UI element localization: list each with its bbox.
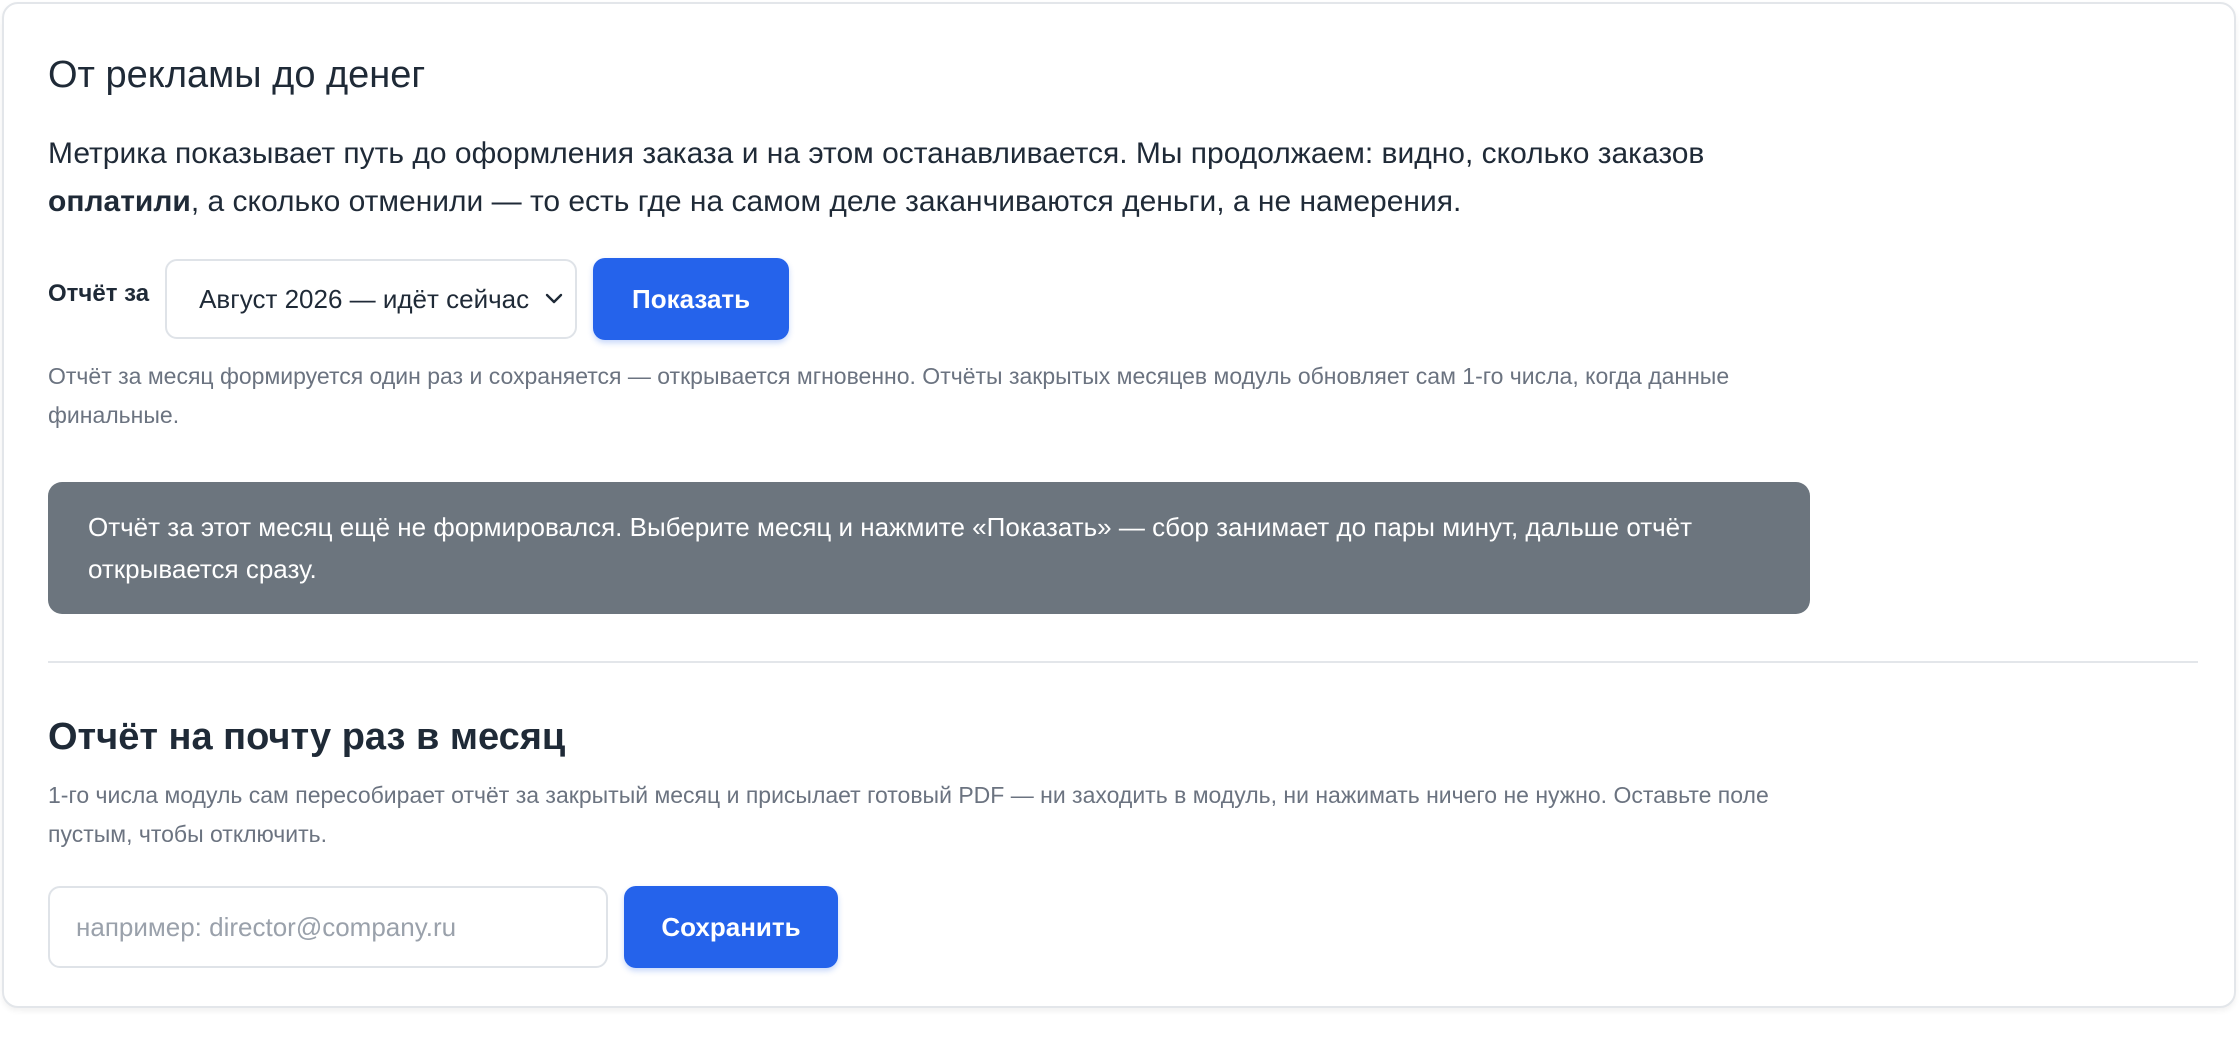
email-section-title: Отчёт на почту раз в месяц xyxy=(48,716,566,758)
chevron-down-icon xyxy=(545,293,563,304)
save-button[interactable]: Сохранить xyxy=(624,886,838,968)
email-input[interactable] xyxy=(48,886,608,968)
intro-text-part2: , а сколько отменили — то есть где на са… xyxy=(190,185,1462,218)
report-status-notice: Отчёт за этот месяц ещё не формировался.… xyxy=(48,482,1810,614)
intro-text-part1: Метрика показывает путь до оформления за… xyxy=(48,137,1705,170)
show-button[interactable]: Показать xyxy=(593,258,790,340)
email-form: Сохранить xyxy=(48,886,838,968)
page-title: От рекламы до денег xyxy=(48,54,426,96)
period-label: Отчёт за xyxy=(48,280,150,307)
report-hint: Отчёт за месяц формируется один раз и со… xyxy=(48,363,1730,428)
email-section-hint: 1-го числа модуль сам пересобирает отчёт… xyxy=(48,782,1769,847)
intro-text-bold: оплатили xyxy=(48,185,191,218)
period-select-value: Август 2026 — идёт сейчас xyxy=(199,283,530,314)
report-controls: Отчёт за Август 2026 — идёт сейчас Показ… xyxy=(48,258,790,340)
section-divider xyxy=(48,661,2198,663)
intro-text: Метрика показывает путь до оформления за… xyxy=(48,130,1818,226)
report-card: От рекламы до денег Метрика показывает п… xyxy=(2,2,2236,1008)
period-select[interactable]: Август 2026 — идёт сейчас xyxy=(165,259,578,339)
